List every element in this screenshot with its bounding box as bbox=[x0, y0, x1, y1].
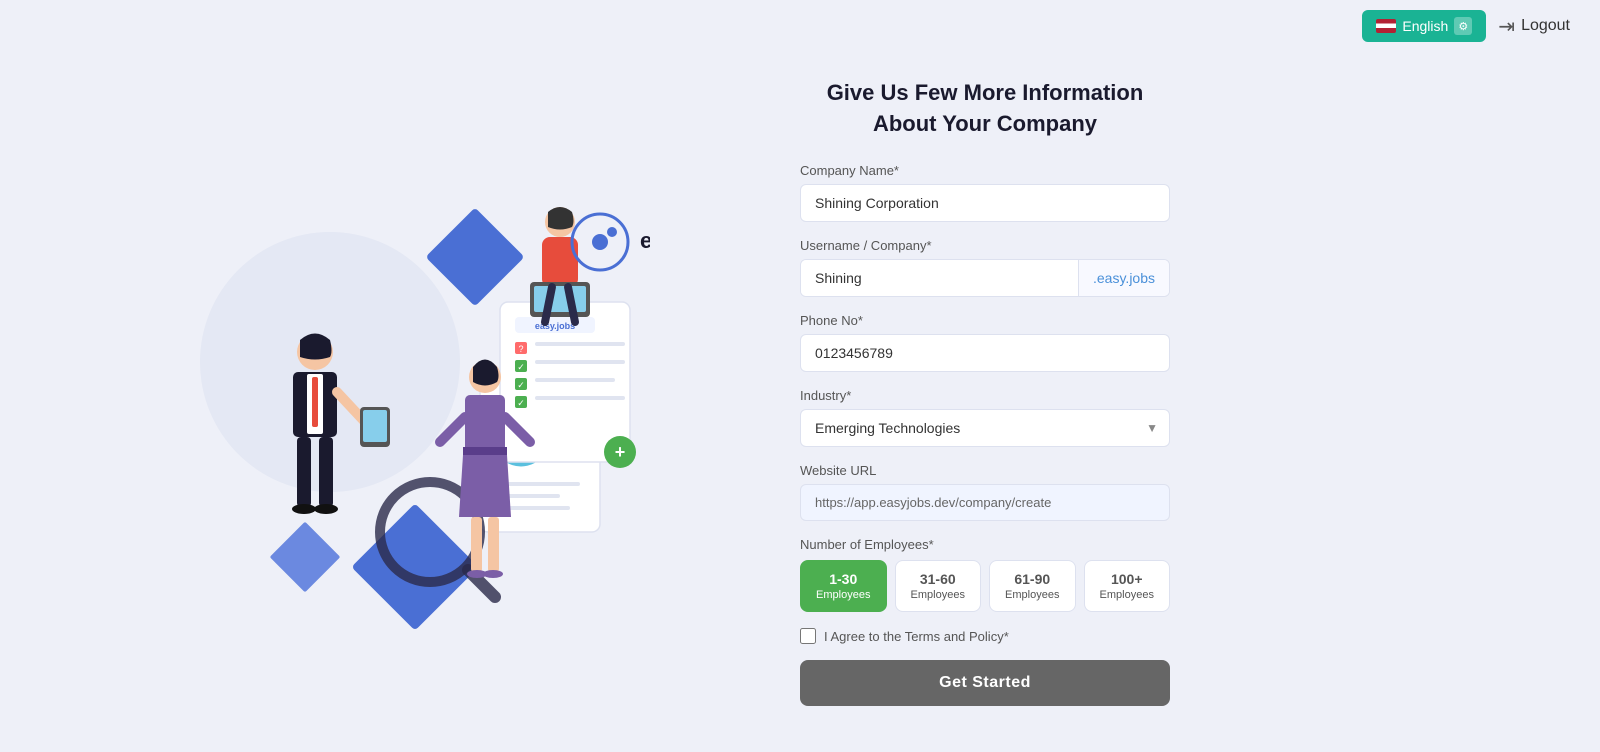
flag-icon bbox=[1376, 19, 1396, 33]
settings-icon: ⚙ bbox=[1454, 17, 1472, 35]
industry-label: Industry* bbox=[800, 388, 1170, 403]
svg-text:?: ? bbox=[518, 344, 523, 354]
username-input[interactable] bbox=[801, 260, 1078, 296]
username-wrapper: .easy.jobs bbox=[800, 259, 1170, 297]
logout-wrapper: ⇥ Logout bbox=[1498, 14, 1570, 39]
main-content: easy.jobs ? ✓ ✓ ✓ bbox=[0, 52, 1600, 732]
terms-row: I Agree to the Terms and Policy* bbox=[800, 628, 1170, 644]
username-label: Username / Company* bbox=[800, 238, 1170, 253]
website-group: Website URL bbox=[800, 463, 1170, 521]
company-name-label: Company Name* bbox=[800, 163, 1170, 178]
company-name-group: Company Name* bbox=[800, 163, 1170, 222]
logout-icon[interactable]: ⇥ bbox=[1498, 14, 1515, 39]
right-panel: Give Us Few More Information About Your … bbox=[780, 58, 1230, 727]
terms-text: I Agree to the Terms and Policy* bbox=[824, 629, 1009, 644]
industry-select[interactable]: Emerging Technologies Information Techno… bbox=[800, 409, 1170, 447]
username-group: Username / Company* .easy.jobs bbox=[800, 238, 1170, 297]
employees-label: Number of Employees* bbox=[800, 537, 1170, 552]
svg-text:+: + bbox=[615, 442, 626, 462]
industry-select-wrapper: Emerging Technologies Information Techno… bbox=[800, 409, 1170, 447]
svg-text:easy.jobs: easy.jobs bbox=[535, 321, 575, 331]
username-suffix: .easy.jobs bbox=[1078, 260, 1169, 296]
logout-button[interactable]: Logout bbox=[1521, 17, 1570, 35]
svg-text:✓: ✓ bbox=[517, 398, 525, 408]
employees-section: Number of Employees* 1-30 Employees 31-6… bbox=[800, 537, 1170, 612]
terms-checkbox[interactable] bbox=[800, 628, 816, 644]
language-button[interactable]: English ⚙ bbox=[1362, 10, 1486, 42]
company-name-input[interactable] bbox=[800, 184, 1170, 222]
website-input[interactable] bbox=[800, 484, 1170, 521]
industry-group: Industry* Emerging Technologies Informat… bbox=[800, 388, 1170, 447]
employees-31-60[interactable]: 31-60 Employees bbox=[895, 560, 982, 612]
left-panel: easy.jobs ? ✓ ✓ ✓ bbox=[0, 122, 780, 662]
phone-input[interactable] bbox=[800, 334, 1170, 372]
illustration: easy.jobs ? ✓ ✓ ✓ bbox=[130, 142, 650, 642]
illustration-svg: easy.jobs ? ✓ ✓ ✓ bbox=[130, 142, 650, 642]
svg-text:✓: ✓ bbox=[517, 380, 525, 390]
phone-label: Phone No* bbox=[800, 313, 1170, 328]
employees-61-90[interactable]: 61-90 Employees bbox=[989, 560, 1076, 612]
website-label: Website URL bbox=[800, 463, 1170, 478]
get-started-button[interactable]: Get Started bbox=[800, 660, 1170, 706]
form-title: Give Us Few More Information About Your … bbox=[800, 78, 1170, 140]
language-label: English bbox=[1402, 18, 1448, 34]
phone-group: Phone No* bbox=[800, 313, 1170, 372]
employees-100-plus[interactable]: 100+ Employees bbox=[1084, 560, 1171, 612]
employees-grid: 1-30 Employees 31-60 Employees 61-90 Emp… bbox=[800, 560, 1170, 612]
topbar: English ⚙ ⇥ Logout bbox=[0, 0, 1600, 52]
svg-text:✓: ✓ bbox=[517, 362, 525, 372]
svg-text:easy.jobs: easy.jobs bbox=[640, 228, 650, 253]
employees-1-30[interactable]: 1-30 Employees bbox=[800, 560, 887, 612]
